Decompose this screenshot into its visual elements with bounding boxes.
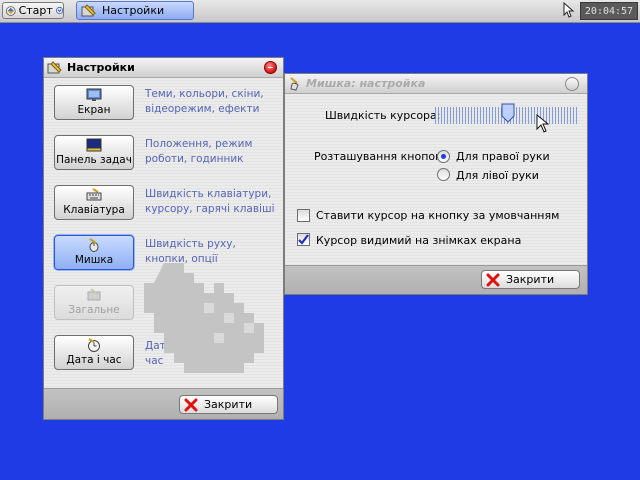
left-hand-label[interactable]: Для лівої руки	[456, 169, 539, 182]
close-label: Закрити	[204, 398, 253, 411]
category-description: Теми, кольори, скіни, відеорежим, ефекти	[145, 88, 264, 115]
start-logo-icon	[6, 5, 16, 16]
window-title: Мишка: настройка	[306, 77, 426, 90]
cursor-visible-checkbox[interactable]	[297, 233, 310, 246]
close-window-button[interactable]	[264, 61, 277, 74]
category-label: Клавіатура	[63, 204, 125, 216]
category-label: Мишка	[74, 254, 114, 266]
start-button[interactable]: Старт	[2, 2, 64, 19]
mouse-app-icon	[290, 76, 299, 91]
speed-slider-thumb[interactable]	[501, 103, 515, 123]
mouse-settings-window: Мишка: настройка Швидкість курсора: Розт…	[284, 73, 588, 295]
category-label: Панель задач	[56, 154, 132, 166]
chevron-down-icon	[55, 6, 63, 15]
taskbar-icon	[86, 138, 102, 152]
general-icon	[87, 288, 101, 301]
category-description: Швидкість клавіатури, курсору, гарячі кл…	[145, 188, 275, 215]
taskbar: Старт Настройки 20:04:57	[0, 0, 640, 23]
category-general-button: Загальне	[54, 285, 134, 320]
close-icon	[184, 398, 198, 411]
settings-app-icon	[81, 3, 96, 16]
category-label: Дата і час	[66, 354, 122, 366]
category-label: Екран	[77, 104, 111, 116]
speed-label: Швидкість курсора:	[325, 109, 441, 122]
window-menu-button[interactable]	[565, 77, 579, 91]
mouse-close-button[interactable]: Закрити	[481, 270, 580, 289]
settings-app-icon	[47, 60, 62, 73]
category-label: Загальне	[68, 304, 120, 316]
category-datetime-button[interactable]: Дата і час	[54, 335, 134, 370]
settings-body: Екран Теми, кольори, скіни, відеорежим, …	[44, 78, 283, 419]
snap-default-label[interactable]: Ставити курсор на кнопку за умовчанням	[316, 209, 559, 222]
clock[interactable]: 20:04:57	[580, 2, 638, 20]
settings-titlebar[interactable]: Настройки	[44, 58, 283, 78]
checkmark-icon	[298, 234, 309, 245]
close-icon	[486, 273, 500, 286]
category-taskbar-button[interactable]: Панель задач	[54, 135, 134, 170]
taskbar-item-settings[interactable]: Настройки	[76, 1, 194, 20]
pointer-cursor-icon	[536, 114, 550, 133]
settings-window: Настройки Екран Теми, кольори, скіни, ві…	[43, 57, 284, 420]
clock-icon	[88, 338, 100, 352]
left-hand-radio[interactable]	[437, 168, 450, 181]
start-label: Старт	[18, 4, 53, 17]
mouse-footer: Закрити	[285, 265, 587, 294]
mouse-watermark-icon	[144, 263, 264, 373]
window-title: Настройки	[67, 61, 135, 74]
cursor-visible-label[interactable]: Курсор видимий на знімках екрана	[316, 234, 521, 247]
mouse-icon	[89, 238, 99, 252]
mouse-titlebar[interactable]: Мишка: настройка	[285, 74, 587, 94]
buttons-layout-label: Розташування кнопок:	[314, 150, 446, 163]
taskbar-item-label: Настройки	[102, 4, 165, 17]
settings-close-button[interactable]: Закрити	[179, 395, 278, 414]
close-label: Закрити	[506, 273, 555, 286]
category-screen-button[interactable]: Екран	[54, 85, 134, 120]
category-keyboard-button[interactable]: Клавіатура	[54, 185, 134, 220]
category-mouse-button[interactable]: Мишка	[54, 235, 134, 270]
monitor-icon	[86, 88, 102, 101]
right-hand-label[interactable]: Для правої руки	[456, 150, 550, 163]
tray-pointer-icon[interactable]	[560, 2, 576, 18]
category-description: Положення, режим роботи, годинник	[145, 138, 253, 165]
right-hand-radio[interactable]	[437, 150, 450, 163]
keyboard-icon	[86, 188, 102, 201]
snap-default-checkbox[interactable]	[297, 209, 310, 222]
settings-footer: Закрити	[44, 388, 283, 419]
